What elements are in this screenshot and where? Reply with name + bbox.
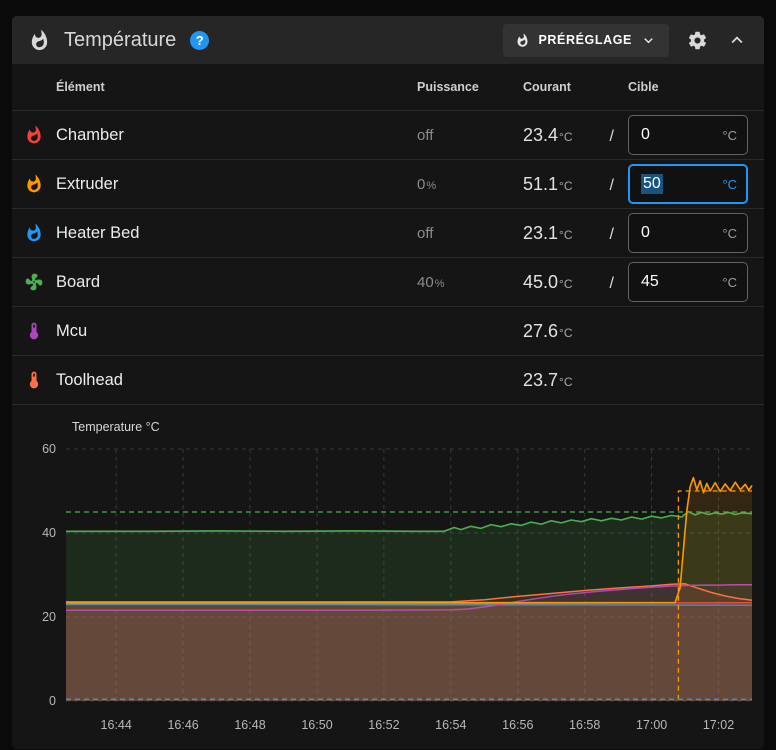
power-value: off [417, 126, 434, 144]
power-value: 0% [417, 175, 437, 193]
flame-icon [27, 174, 41, 193]
fan-icon [25, 273, 43, 291]
sensor-name: Board [56, 272, 101, 291]
row-toolhead: Toolhead 23.7°C [12, 355, 764, 404]
svg-text:40: 40 [42, 526, 56, 540]
target-input-heater-bed[interactable]: 0 °C [628, 213, 748, 253]
sensor-name: Mcu [56, 321, 88, 340]
row-chamber: Chamber off 23.4°C/ 0 °C [12, 110, 764, 159]
help-icon[interactable]: ? [190, 30, 210, 50]
current-temp: 51.1°C / [523, 173, 614, 194]
flame-icon [27, 223, 41, 242]
power-value: off [417, 224, 434, 242]
row-heater-bed: Heater Bed off 23.1°C/ 0 °C [12, 208, 764, 257]
svg-text:17:02: 17:02 [703, 718, 734, 732]
panel-header: Température ? PRÉRÉGLAGE [12, 16, 764, 64]
flame-icon [27, 125, 41, 144]
preset-button-label: PRÉRÉGLAGE [538, 33, 632, 47]
column-target: Cible [628, 80, 659, 94]
row-board: Board 40% 45.0°C/ 45 °C [12, 257, 764, 306]
table-header: Élément Puissance Courant Cible [12, 64, 764, 110]
svg-text:0: 0 [49, 694, 56, 708]
temperature-chart: 0 20 40 60 16:44 16:46 16:48 16:50 16:52 16:54 16:… [12, 404, 764, 749]
thermometer-icon [29, 322, 39, 340]
flame-icon [31, 29, 48, 50]
current-temp: 27.6°C [523, 320, 573, 341]
current-temp: 45.0°C / [523, 271, 614, 292]
svg-text:16:46: 16:46 [167, 718, 198, 732]
temperature-panel: Température ? PRÉRÉGLAGE Élément Puissan… [12, 16, 764, 749]
svg-text:16:52: 16:52 [368, 718, 399, 732]
svg-text:16:48: 16:48 [234, 718, 265, 732]
current-temp: 23.1°C / [523, 222, 614, 243]
collapse-panel-icon[interactable] [726, 29, 748, 51]
sensor-name: Chamber [56, 125, 124, 144]
column-power: Puissance [417, 80, 479, 94]
svg-text:20: 20 [42, 610, 56, 624]
thermometer-icon [29, 371, 39, 389]
row-extruder: Extruder 0% 51.1°C/ 50 °C [12, 159, 764, 208]
target-input-extruder[interactable]: 50 °C [628, 164, 748, 204]
svg-text:Temperature °C: Temperature °C [72, 420, 160, 434]
target-input-board[interactable]: 45 °C [628, 262, 748, 302]
svg-text:16:56: 16:56 [502, 718, 533, 732]
svg-text:16:50: 16:50 [301, 718, 332, 732]
sensor-name: Toolhead [56, 370, 123, 389]
svg-text:60: 60 [42, 442, 56, 456]
target-input-chamber[interactable]: 0 °C [628, 115, 748, 155]
current-temp: 23.4°C / [523, 124, 614, 145]
preset-button[interactable]: PRÉRÉGLAGE [503, 23, 669, 57]
settings-gear-icon[interactable] [687, 30, 708, 51]
sensor-name: Heater Bed [56, 223, 140, 242]
svg-text:16:58: 16:58 [569, 718, 600, 732]
power-value: 40% [417, 273, 445, 291]
current-temp: 23.7°C [523, 369, 573, 390]
flame-icon [517, 32, 528, 47]
svg-text:16:54: 16:54 [435, 718, 466, 732]
column-element: Élément [56, 80, 105, 94]
sensor-name: Extruder [56, 174, 119, 193]
chevron-down-icon [644, 37, 653, 43]
svg-text:16:44: 16:44 [101, 718, 132, 732]
panel-title: Température [64, 28, 177, 51]
column-current: Courant [523, 80, 571, 94]
svg-text:17:00: 17:00 [636, 718, 667, 732]
row-mcu: Mcu 27.6°C [12, 306, 764, 355]
